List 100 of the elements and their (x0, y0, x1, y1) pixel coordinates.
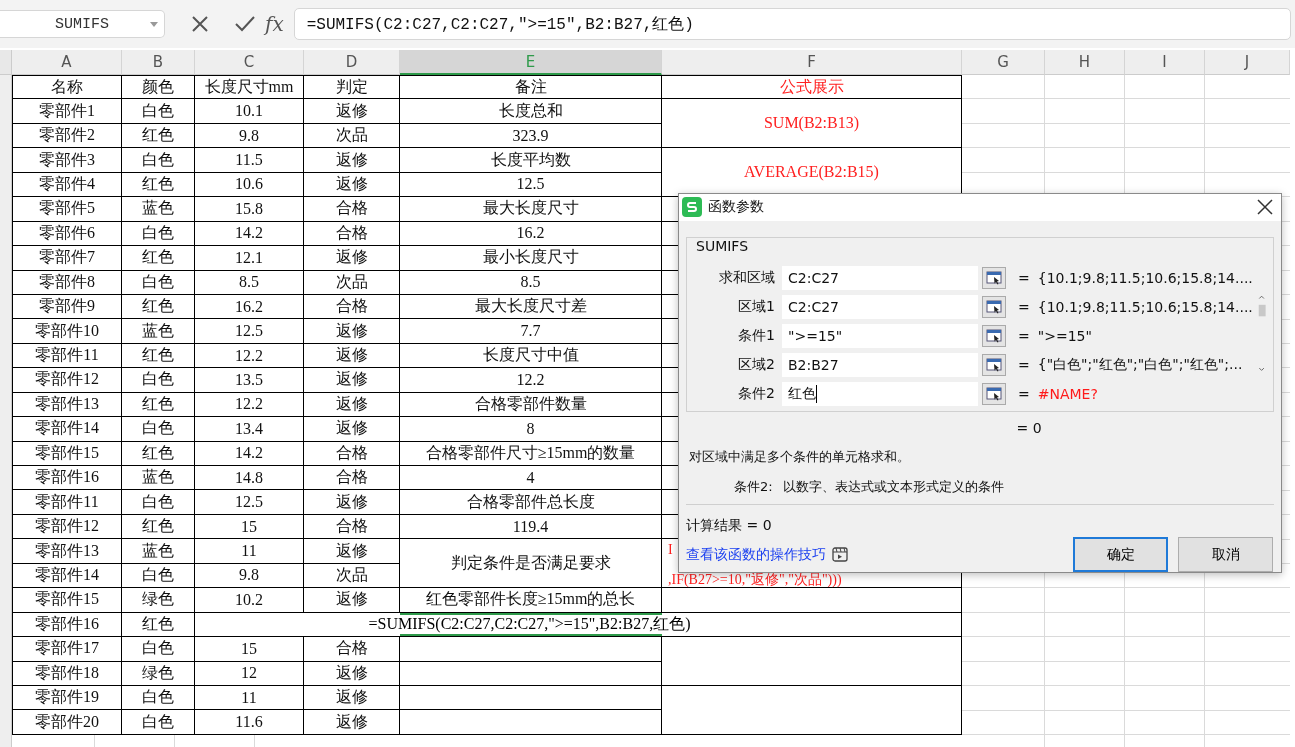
table-cell: 13.5 (195, 368, 304, 393)
cancel-icon[interactable] (191, 15, 209, 33)
argument-label: 区域2 (737, 356, 775, 375)
table-cell: 白色 (122, 221, 195, 247)
table-cell: 白色 (122, 637, 195, 662)
argument-label: 条件1 (737, 327, 775, 346)
table-cell: 12.1 (195, 246, 304, 271)
argument-label: 区域1 (737, 298, 775, 317)
ok-button[interactable]: 确定 (1073, 537, 1168, 572)
table-cell: 合格零部件尺寸≥15mm的数量 (400, 441, 662, 466)
argument-input[interactable]: 红色 (782, 382, 978, 407)
table-cell: 蓝色 (122, 466, 195, 491)
table-cell: 14.2 (195, 441, 304, 466)
table-cell: 返修 (304, 148, 400, 173)
table-cell: 零部件16 (12, 612, 122, 638)
table-cell: 公式展示 (662, 75, 962, 100)
table-cell: 红色 (122, 246, 195, 271)
table-cell: 红色零部件长度≥15mm的总长 (400, 588, 662, 613)
table-cell: 红色 (122, 441, 195, 466)
range-select-icon[interactable] (982, 383, 1006, 406)
formula-input[interactable]: =SUMIFS(C2:C27,C2:C27,">=15",B2:B27,红色) (293, 8, 1291, 40)
column-header[interactable]: G (962, 50, 1045, 75)
table-cell: 零部件11 (12, 490, 122, 515)
table-cell: 次品 (304, 270, 400, 295)
name-box[interactable]: SUMIFS (0, 10, 165, 38)
table-cell: 零部件14 (12, 563, 122, 589)
table-cell: 零部件14 (12, 417, 122, 442)
column-header[interactable]: A (12, 50, 122, 75)
table-cell: 红色 (122, 392, 195, 418)
table-cell: 红色 (122, 294, 195, 320)
table-cell: 合格 (304, 466, 400, 491)
equals-sign: = (1018, 386, 1030, 403)
range-select-icon[interactable] (982, 354, 1006, 377)
table-cell: 10.6 (195, 172, 304, 198)
table-cell: 11.6 (195, 710, 304, 735)
table-cell: 返修 (304, 661, 400, 686)
function-name: SUMIFS (696, 237, 749, 254)
check-icon[interactable] (235, 15, 255, 33)
table-cell: 次品 (304, 123, 400, 149)
formula-text: ,IF(B27>=10,"返修","次品"))) (668, 573, 842, 588)
cancel-button[interactable]: 取消 (1178, 537, 1273, 572)
table-cell: SUM(B2:B13) (662, 99, 962, 149)
argument-input[interactable]: C2:C27 (782, 295, 978, 320)
table-cell: 323.9 (400, 123, 662, 149)
close-icon[interactable] (1257, 199, 1273, 216)
column-header[interactable]: C (195, 50, 304, 75)
table-cell: 零部件12 (12, 368, 122, 393)
insert-function-button[interactable]: fx (265, 12, 284, 36)
column-header[interactable]: H (1045, 50, 1125, 75)
table-cell: 零部件17 (12, 637, 122, 662)
dropdown-caret-icon[interactable] (150, 22, 158, 27)
column-header[interactable]: B (122, 50, 195, 75)
range-select-icon[interactable] (982, 325, 1006, 348)
table-cell: 蓝色 (122, 197, 195, 222)
table-cell: 返修 (304, 392, 400, 418)
range-select-icon[interactable] (982, 267, 1006, 290)
argument-input[interactable]: C2:C27 (782, 266, 978, 291)
table-cell: 9.8 (195, 123, 304, 149)
table-cell: 15 (195, 637, 304, 662)
table-cell: 红色 (122, 172, 195, 198)
table-cell: 4 (400, 466, 662, 491)
table-cell: 零部件20 (12, 710, 122, 735)
active-cell[interactable]: =SUMIFS(C2:C27,C2:C27,">=15",B2:B27,红色) (195, 612, 962, 638)
table-cell: 红色 (122, 514, 195, 540)
table-cell: 白色 (122, 417, 195, 442)
table-cell: 白色 (122, 270, 195, 295)
table-cell: 长度尺寸mm (195, 75, 304, 100)
column-header[interactable]: I (1125, 50, 1205, 75)
table-cell: 判定条件是否满足要求 (400, 539, 662, 589)
table-cell: 备注 (400, 75, 662, 100)
equals-sign: = (1018, 357, 1030, 374)
table-cell: 8 (400, 417, 662, 442)
table-cell: 返修 (304, 490, 400, 515)
calculation-result: 计算结果 = 0 (686, 517, 773, 535)
argument-input[interactable]: B2:B27 (782, 353, 978, 378)
table-cell: 颜色 (122, 75, 195, 100)
argument-input[interactable]: ">=15" (782, 324, 978, 349)
function-tips-link[interactable]: 查看该函数的操作技巧 (686, 545, 826, 564)
table-cell: 白色 (122, 490, 195, 515)
table-cell: 零部件3 (12, 148, 122, 173)
table-cell: 合格零部件数量 (400, 392, 662, 418)
column-header[interactable]: D (304, 50, 400, 75)
table-cell: 12.5 (400, 172, 662, 198)
dialog-title: 函数参数 (708, 198, 764, 217)
column-header[interactable]: J (1205, 50, 1290, 75)
argument-value: {10.1;9.8;11.5;10.6;15.8;14.... (1037, 299, 1253, 316)
table-cell: AVERAGE(B2:B15) (662, 148, 962, 198)
table-cell: 绿色 (122, 588, 195, 613)
table-cell: 返修 (304, 172, 400, 198)
table-cell: 10.2 (195, 588, 304, 613)
table-cell: 返修 (304, 417, 400, 442)
range-select-icon[interactable] (982, 296, 1006, 319)
table-cell: 8.5 (400, 270, 662, 295)
table-cell: 返修 (304, 588, 400, 613)
table-cell: 次品 (304, 563, 400, 589)
table-cell: 长度总和 (400, 99, 662, 124)
video-icon[interactable] (832, 547, 848, 562)
table-cell: 零部件10 (12, 319, 122, 344)
column-header[interactable]: F (662, 50, 962, 75)
table-cell: 返修 (304, 246, 400, 271)
